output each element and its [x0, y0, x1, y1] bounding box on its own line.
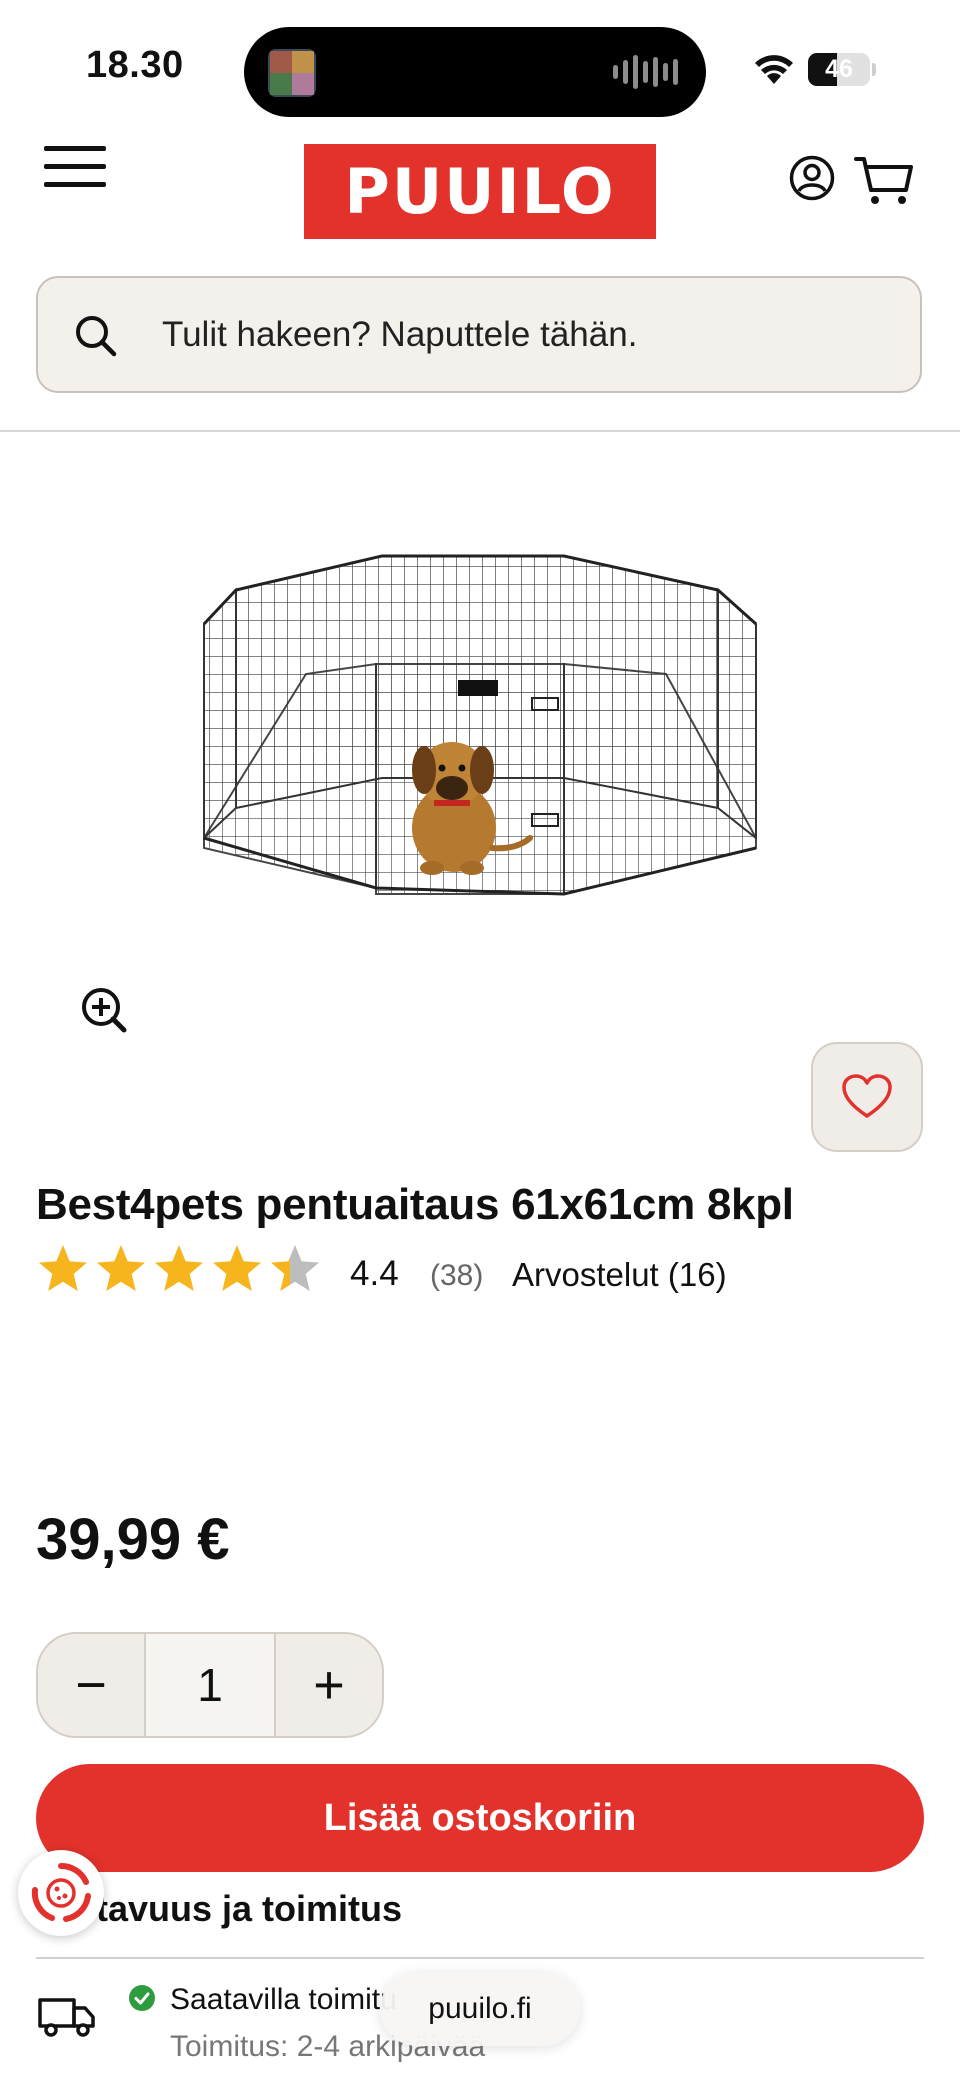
star-icon [271, 1245, 319, 1291]
rating-count: (38) [430, 1259, 484, 1292]
quantity-decrease-button[interactable]: − [38, 1634, 144, 1736]
search-icon [76, 316, 117, 357]
reviews-link[interactable]: Arvostelut (16) [512, 1256, 727, 1294]
check-icon [129, 1985, 155, 2011]
cookie-settings-button[interactable] [18, 1850, 104, 1936]
status-time: 18.30 [86, 44, 184, 86]
quantity-increase-button[interactable]: + [276, 1634, 382, 1736]
search-bar[interactable] [36, 276, 922, 393]
availability-heading[interactable]: tavuus ja toimitus [96, 1888, 402, 1930]
product-title: Best4pets pentuaitaus 61x61cm 8kpl [36, 1180, 794, 1229]
menu-icon[interactable] [44, 146, 106, 190]
quantity-value[interactable]: 1 [144, 1634, 276, 1736]
browser-url-bar[interactable]: puuilo.fi [380, 1972, 580, 2046]
star-icon [155, 1245, 203, 1291]
heart-icon [842, 1074, 892, 1118]
star-icon [213, 1245, 261, 1291]
now-playing-artwork [268, 49, 316, 97]
truck-icon [38, 1998, 95, 2037]
wifi-icon [755, 55, 793, 84]
dynamic-island [244, 27, 706, 117]
cart-icon[interactable] [854, 154, 914, 206]
account-icon[interactable] [788, 154, 836, 202]
battery-level: 46 [825, 55, 853, 83]
product-price: 39,99 € [36, 1507, 230, 1572]
battery-indicator: 46 [808, 53, 870, 86]
star-icon [97, 1245, 145, 1291]
battery-tip [872, 63, 876, 76]
search-input[interactable] [162, 278, 862, 391]
puuilo-logo[interactable]: PUUILO [304, 144, 656, 239]
product-image[interactable] [196, 548, 764, 898]
quantity-stepper[interactable]: − 1 + [36, 1632, 384, 1738]
zoom-in-icon[interactable] [80, 986, 128, 1034]
star-icon [39, 1245, 87, 1291]
audio-wave-icon [613, 55, 678, 89]
add-to-cart-button[interactable]: Lisää ostoskoriin [36, 1764, 924, 1872]
header-divider [0, 430, 960, 432]
availability-status: Saatavilla toimitu [170, 1983, 397, 2016]
section-divider [36, 1957, 924, 1959]
rating-stars[interactable] [36, 1243, 322, 1293]
cookie-icon [31, 1862, 91, 1922]
rating-value: 4.4 [350, 1254, 399, 1293]
add-to-favorites-button[interactable] [811, 1042, 923, 1152]
